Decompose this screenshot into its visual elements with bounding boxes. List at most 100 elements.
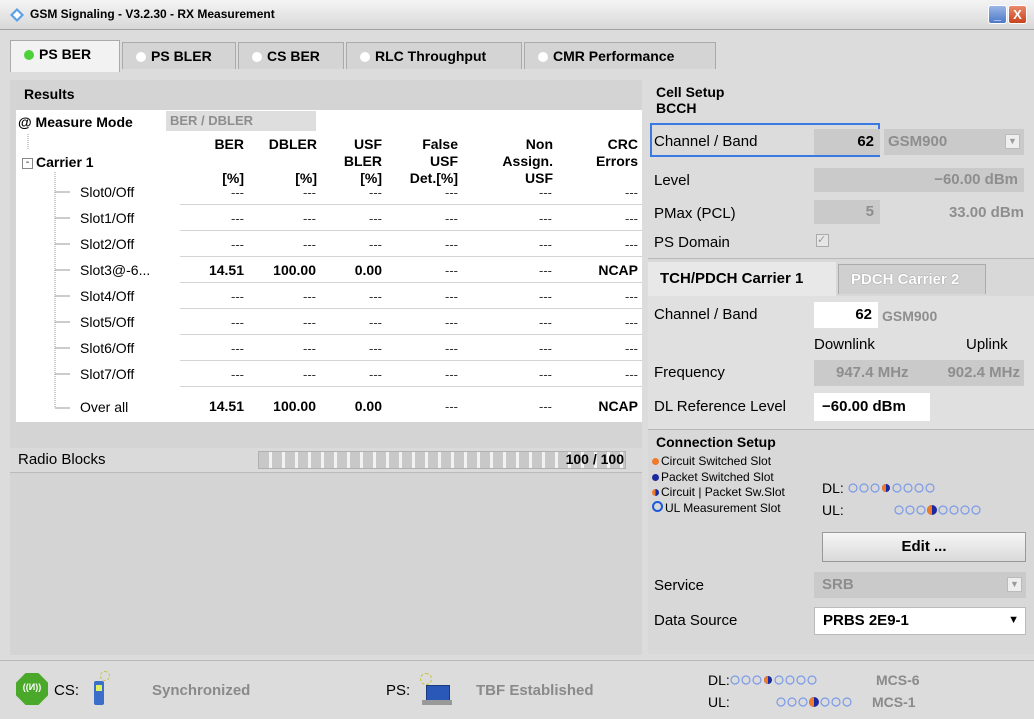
tab-pdch-carrier-2[interactable]: PDCH Carrier 2 bbox=[838, 264, 986, 294]
ps-label: PS: bbox=[386, 682, 411, 699]
ps-status: TBF Established bbox=[476, 682, 594, 699]
level-field[interactable]: −60.00 dBm bbox=[814, 168, 1024, 192]
frequency-field: 947.4 MHz 902.4 MHz bbox=[814, 360, 1024, 386]
results-table: @ Measure Mode BER / DBLER - Carrier 1 B… bbox=[16, 110, 642, 422]
status-dot-icon bbox=[24, 50, 34, 60]
legend-ul-measurement: UL Measurement Slot bbox=[652, 500, 785, 517]
col-header-usf-bler: USF BLER [%] bbox=[343, 136, 382, 186]
dl-reference-level-label: DL Reference Level bbox=[654, 398, 787, 415]
uplink-label: Uplink bbox=[966, 336, 1008, 353]
cs-label: CS: bbox=[54, 682, 80, 699]
dl-slots-label: DL: bbox=[822, 480, 844, 496]
tree-collapse-icon[interactable]: - bbox=[22, 158, 33, 169]
legend-circuit-packet: Circuit | Packet Sw.Slot bbox=[652, 485, 785, 501]
connection-setup-title: Connection Setup bbox=[656, 434, 776, 450]
edit-button[interactable]: Edit ... bbox=[822, 532, 1026, 562]
bcch-channel-input[interactable]: 62 bbox=[814, 129, 880, 155]
legend-packet-switched: Packet Switched Slot bbox=[652, 470, 785, 486]
app-icon bbox=[10, 8, 24, 22]
tch-channel-input[interactable]: 62 bbox=[814, 302, 878, 328]
tab-label: CMR Performance bbox=[553, 48, 675, 64]
results-title: Results bbox=[24, 86, 75, 102]
tab-ps-bler[interactable]: PS BLER bbox=[122, 42, 236, 69]
tab-tch-pdch-carrier-1[interactable]: TCH/PDCH Carrier 1 bbox=[648, 262, 836, 296]
pmax-pcl-field[interactable]: 5 bbox=[814, 200, 880, 224]
ps-domain-checkbox[interactable]: ✓ bbox=[816, 234, 829, 247]
legend-circuit-switched: Circuit Switched Slot bbox=[652, 454, 785, 470]
dl-slots-icon bbox=[848, 483, 935, 493]
downlink-label: Downlink bbox=[814, 336, 875, 353]
settings-panel: Cell Setup BCCH Channel / Band 62 GSM900… bbox=[648, 80, 1034, 655]
tch-pdch-section: Channel / Band 62 GSM900 Downlink Uplink… bbox=[648, 296, 1034, 429]
slot-legend: Circuit Switched Slot Packet Switched Sl… bbox=[652, 454, 785, 516]
status-ul-slots-icon bbox=[776, 697, 852, 707]
checkmark-icon: ✓ bbox=[817, 234, 827, 246]
level-label: Level bbox=[654, 172, 690, 189]
data-source-label: Data Source bbox=[654, 612, 738, 629]
dl-reference-level-input[interactable]: −60.00 dBm bbox=[814, 393, 930, 421]
tab-cmr-performance[interactable]: CMR Performance bbox=[524, 42, 716, 69]
col-header-false-usf: False USF Det.[%] bbox=[409, 136, 458, 186]
title-bar: GSM Signaling - V3.2.30 - RX Measurement… bbox=[0, 0, 1034, 30]
status-dot-icon bbox=[136, 52, 146, 62]
col-header-crc-errors: CRC Errors bbox=[595, 136, 638, 169]
measure-mode-value: BER / DBLER bbox=[170, 113, 254, 128]
radio-blocks-value: 100 / 100 bbox=[565, 451, 624, 467]
service-label: Service bbox=[654, 577, 705, 594]
radio-blocks-row: Radio Blocks 100 / 100 bbox=[10, 448, 642, 473]
tab-ps-ber[interactable]: PS BER bbox=[10, 40, 120, 72]
tch-channel-band-label: Channel / Band bbox=[654, 306, 758, 323]
mobile-phone-icon bbox=[88, 671, 110, 707]
pmax-label: PMax (PCL) bbox=[654, 205, 736, 222]
status-dot-icon bbox=[360, 52, 370, 62]
bcch-channel-band-label: Channel / Band bbox=[654, 133, 758, 150]
ps-domain-label: PS Domain bbox=[654, 234, 730, 251]
status-dl-label: DL: bbox=[708, 672, 730, 688]
tab-rlc-throughput[interactable]: RLC Throughput bbox=[346, 42, 522, 69]
status-dl-slots-icon bbox=[730, 675, 817, 685]
tab-bar: PS BER PS BLER CS BER RLC Throughput CMR… bbox=[0, 30, 1034, 74]
cs-status: Synchronized bbox=[152, 682, 251, 699]
tab-cs-ber[interactable]: CS BER bbox=[238, 42, 344, 69]
window-title: GSM Signaling - V3.2.30 - RX Measurement bbox=[30, 7, 275, 21]
frequency-label: Frequency bbox=[654, 364, 725, 381]
tab-label: RLC Throughput bbox=[375, 48, 487, 64]
data-source-select[interactable]: PRBS 2E9-1 ▼ bbox=[814, 607, 1026, 635]
chevron-down-icon: ▼ bbox=[1008, 614, 1019, 626]
tab-label: CS BER bbox=[267, 48, 320, 64]
pmax-value: 33.00 dBm bbox=[948, 204, 1024, 221]
tch-band-value: GSM900 bbox=[882, 308, 938, 324]
packet-slot-icon bbox=[652, 473, 659, 481]
col-header-dbler: DBLER [%] bbox=[268, 136, 317, 186]
status-dot-icon bbox=[252, 52, 262, 62]
laptop-icon bbox=[418, 673, 454, 707]
bcch-subtitle: BCCH bbox=[656, 100, 697, 116]
bcch-band-select[interactable]: GSM900 ▼ bbox=[884, 129, 1024, 155]
close-icon: X bbox=[1013, 7, 1022, 22]
minimize-icon: _ bbox=[993, 7, 1002, 22]
ul-slots-label: UL: bbox=[822, 502, 844, 518]
status-dl-mcs: MCS-6 bbox=[876, 672, 920, 688]
mixed-slot-icon bbox=[652, 489, 659, 496]
connection-setup-section: Connection Setup Circuit Switched Slot P… bbox=[648, 429, 1034, 654]
status-dot-icon bbox=[538, 52, 548, 62]
status-bar: ((И)) CS: Synchronized PS: TBF Establish… bbox=[0, 660, 1034, 719]
results-panel: Results @ Measure Mode BER / DBLER - Car… bbox=[10, 80, 642, 655]
col-header-non-assign: Non Assign. USF bbox=[502, 136, 553, 186]
signal-badge-icon: ((И)) bbox=[16, 673, 48, 705]
antenna-icon: ((И)) bbox=[22, 682, 42, 692]
tab-label: PS BLER bbox=[151, 48, 212, 64]
radio-blocks-label: Radio Blocks bbox=[18, 451, 106, 468]
chevron-down-icon: ▼ bbox=[1007, 577, 1022, 592]
carrier-tab-bar: TCH/PDCH Carrier 1 PDCH Carrier 2 bbox=[648, 258, 1034, 297]
minimize-button[interactable]: _ bbox=[988, 5, 1007, 24]
close-button[interactable]: X bbox=[1008, 5, 1027, 24]
col-header-ber: BER [%] bbox=[214, 136, 244, 186]
chevron-down-icon: ▼ bbox=[1005, 134, 1020, 149]
status-ul-mcs: MCS-1 bbox=[872, 694, 916, 710]
tab-label: PS BER bbox=[39, 46, 92, 62]
measure-mode-field[interactable]: BER / DBLER bbox=[166, 111, 316, 131]
cell-setup-title: Cell Setup bbox=[656, 84, 725, 100]
carrier-label: Carrier 1 bbox=[36, 154, 94, 170]
service-select[interactable]: SRB ▼ bbox=[814, 572, 1026, 598]
